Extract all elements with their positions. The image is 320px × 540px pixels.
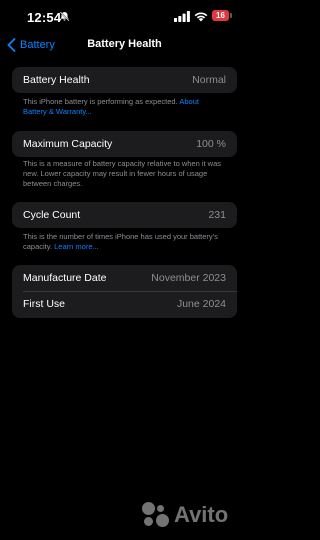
max-capacity-row: Maximum Capacity 100 % [12, 131, 237, 157]
cycle-count-value: 231 [208, 209, 226, 221]
cycle-count-note-text: This is the number of times iPhone has u… [23, 232, 218, 251]
page-title: Battery Health [87, 38, 162, 50]
cycle-count-label: Cycle Count [23, 209, 81, 221]
bell-slash-icon [59, 11, 70, 22]
wifi-icon [194, 12, 208, 22]
battery-health-group: Battery Health Normal [12, 67, 237, 93]
status-time: 12:54 [27, 10, 62, 25]
max-capacity-value: 100 % [196, 138, 226, 150]
status-bar: 12:54 16 [0, 0, 249, 30]
max-capacity-label: Maximum Capacity [23, 138, 113, 150]
battery-health-value: Normal [192, 74, 226, 86]
battery-indicator: 16 [212, 10, 234, 22]
first-use-value: June 2024 [176, 298, 226, 310]
cycle-count-group: Cycle Count 231 [12, 202, 237, 228]
learn-more-link[interactable]: Learn more... [54, 242, 99, 251]
dates-group: Manufacture Date November 2023 First Use… [12, 265, 237, 318]
avito-brand-text: Avito [174, 502, 229, 527]
manufacture-date-value: November 2023 [151, 272, 226, 284]
signal-icon [174, 11, 190, 22]
battery-cap [230, 13, 232, 18]
first-use-row: First Use June 2024 [12, 291, 237, 317]
cycle-count-row: Cycle Count 231 [12, 202, 237, 228]
manufacture-date-row: Manufacture Date November 2023 [12, 265, 237, 291]
first-use-label: First Use [23, 298, 65, 310]
manufacture-date-label: Manufacture Date [23, 272, 107, 284]
battery-health-note: This iPhone battery is performing as exp… [23, 97, 223, 117]
max-capacity-note: This is a measure of battery capacity re… [23, 159, 222, 188]
battery-health-label: Battery Health [23, 74, 90, 86]
max-capacity-group: Maximum Capacity 100 % [12, 131, 237, 157]
battery-health-note-text: This iPhone battery is performing as exp… [23, 97, 178, 106]
avito-logo-icon [142, 502, 170, 528]
avito-watermark: Avito [142, 500, 228, 530]
navigation-bar: Battery Battery Health [0, 30, 249, 60]
battery-level: 16 [212, 10, 229, 21]
cycle-count-note: This is the number of times iPhone has u… [23, 232, 223, 252]
battery-health-row: Battery Health Normal [12, 67, 237, 93]
